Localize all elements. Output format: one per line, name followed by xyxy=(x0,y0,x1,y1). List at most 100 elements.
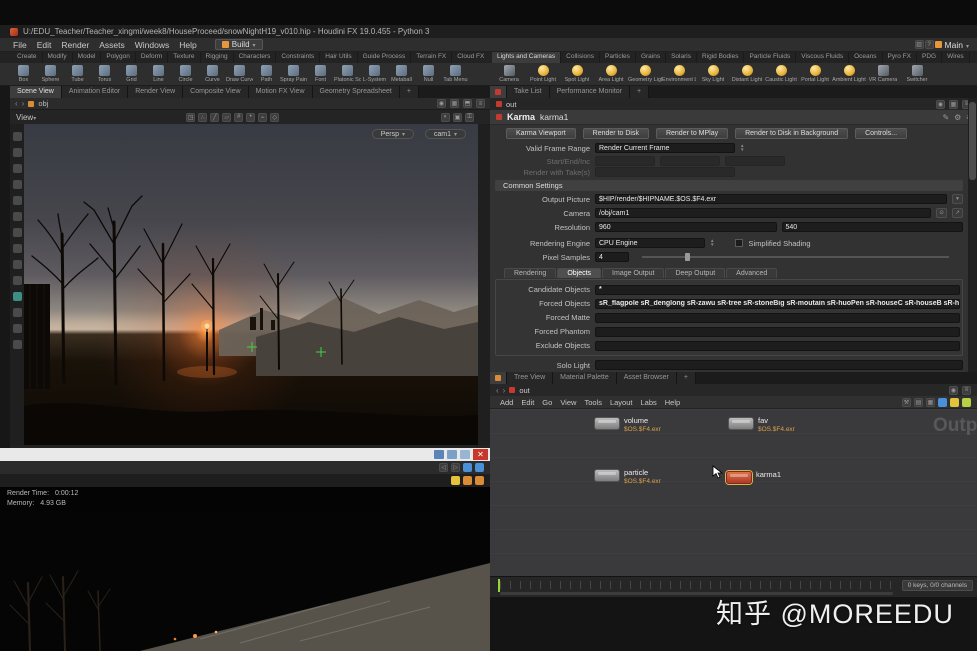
shelf-tool[interactable]: Camera xyxy=(492,64,526,83)
render-button[interactable]: Karma Viewport xyxy=(506,128,576,139)
shelf-tool[interactable]: Grid xyxy=(118,64,145,83)
playhead[interactable] xyxy=(498,579,500,592)
shelf-tab[interactable]: Guide Process xyxy=(358,52,412,63)
section-common-settings[interactable]: Common Settings xyxy=(495,180,963,191)
shelf-tool[interactable]: Geometry Light xyxy=(628,64,662,83)
snap-grid-icon[interactable]: # xyxy=(234,113,243,122)
parameter-tab[interactable]: Rendering xyxy=(504,268,556,278)
menu-item[interactable]: Windows xyxy=(130,40,174,50)
shelf-tab[interactable]: Texture xyxy=(168,52,200,63)
pane-tab[interactable]: Animation Editor xyxy=(62,86,128,98)
rop-node-icon[interactable] xyxy=(726,471,752,484)
network-node[interactable]: particle $OS.$F4.exr xyxy=(594,469,661,485)
back-icon[interactable] xyxy=(496,386,499,395)
pin-icon[interactable]: ◉ xyxy=(936,100,945,109)
shelf-tool[interactable]: Draw Curve xyxy=(226,64,253,83)
menu-item[interactable]: File xyxy=(8,40,32,50)
viewport-tool-icon[interactable] xyxy=(13,340,22,349)
pin-icon[interactable]: ◉ xyxy=(437,99,446,108)
notes-badge-icon[interactable] xyxy=(950,398,959,407)
parameters-pane-tab[interactable] xyxy=(490,86,507,98)
shelf-tool[interactable]: Spray Paint xyxy=(280,64,307,83)
inc-field[interactable] xyxy=(725,156,785,166)
viewport-tool-icon[interactable] xyxy=(13,212,22,221)
pin-icon[interactable]: ◉ xyxy=(949,386,958,395)
shelf-tool[interactable]: Caustic Light xyxy=(764,64,798,83)
display-options-icon[interactable]: ▣ xyxy=(453,113,462,122)
render-button[interactable]: Controls... xyxy=(855,128,907,139)
pane-tab[interactable]: Render View xyxy=(128,86,183,98)
stepper-icon[interactable]: ▲▼ xyxy=(740,144,744,152)
edit-icon[interactable]: ✎ xyxy=(942,113,949,122)
view-menu[interactable]: View xyxy=(16,113,33,122)
layout-icon[interactable]: ▦ xyxy=(450,99,459,108)
parameter-tab[interactable]: Image Output xyxy=(602,268,664,278)
viewport-tool-icon[interactable] xyxy=(13,228,22,237)
previous-image-icon[interactable]: ◁ xyxy=(439,463,448,472)
viewport-tool-icon[interactable] xyxy=(13,308,22,317)
close-button[interactable] xyxy=(473,449,488,460)
node-chooser-icon[interactable]: ⊙ xyxy=(936,208,947,218)
render-takes-field[interactable] xyxy=(595,167,735,177)
viewport-tool-icon[interactable] xyxy=(13,292,22,301)
viewport-tool-icon[interactable] xyxy=(13,132,22,141)
shelf-tab[interactable]: Modify xyxy=(43,52,73,63)
slider-handle[interactable] xyxy=(685,253,690,261)
shading-mode-icon[interactable]: ◐ xyxy=(441,113,450,122)
maximize-icon[interactable]: ⬒ xyxy=(463,99,472,108)
shelf-tool[interactable]: Metaball xyxy=(388,64,415,83)
shelf-tab[interactable]: Rigging xyxy=(201,52,234,63)
shelf-tool[interactable]: Circle xyxy=(172,64,199,83)
parameter-scrollbar[interactable] xyxy=(968,98,977,372)
start-field[interactable] xyxy=(595,156,655,166)
shelf-tool[interactable]: Null xyxy=(415,64,442,83)
shelf-tool[interactable]: Portal Light xyxy=(798,64,832,83)
layout-icon[interactable]: ▦ xyxy=(949,100,958,109)
shelf-tool[interactable]: Font xyxy=(307,64,334,83)
viewport-tool-icon[interactable] xyxy=(13,164,22,173)
frame-ruler[interactable] xyxy=(500,581,893,589)
jump-to-node-icon[interactable]: ↗ xyxy=(952,208,963,218)
gear-icon[interactable]: ⚙ xyxy=(954,113,961,122)
rop-node-icon[interactable] xyxy=(728,417,754,430)
pixel-samples-field[interactable]: 4 xyxy=(595,252,629,262)
menu-icon[interactable]: ≡ xyxy=(962,386,971,395)
shelf-tool[interactable]: Tube xyxy=(64,64,91,83)
viewport-tool-icon[interactable] xyxy=(13,148,22,157)
shelf-tab[interactable]: Polygon xyxy=(101,52,136,63)
network-menu-item[interactable]: Help xyxy=(661,398,684,407)
camera-field[interactable]: /obj/cam1 xyxy=(595,208,931,218)
shelf-tab[interactable]: Lights and Cameras xyxy=(492,52,561,63)
shelf-tab[interactable]: Wires xyxy=(942,52,970,63)
pane-tab[interactable]: Material Palette xyxy=(553,372,617,384)
parameter-tab[interactable]: Deep Output xyxy=(665,268,725,278)
engine-select[interactable]: CPU Engine xyxy=(595,238,705,248)
solo-light-field[interactable] xyxy=(595,360,963,370)
select-objects-icon[interactable]: ◳ xyxy=(186,113,195,122)
parameter-input[interactable]: sR_flagpole sR_denglong sR-zawu sR-tree … xyxy=(595,299,960,309)
shelf-tab[interactable]: Terrain FX xyxy=(411,52,452,63)
wrench-icon[interactable]: ⚒ xyxy=(902,398,911,407)
chevron-down-icon[interactable]: ▾ xyxy=(952,194,963,204)
forward-icon[interactable] xyxy=(22,99,25,108)
add-pane-tab-button[interactable]: + xyxy=(400,86,419,98)
network-menu-item[interactable]: Labs xyxy=(636,398,660,407)
shelf-tool[interactable]: L-System xyxy=(361,64,388,83)
network-node[interactable]: karma1 xyxy=(726,471,781,484)
shelf-tool[interactable]: Box xyxy=(10,64,37,83)
render-button[interactable]: Render to Disk in Background xyxy=(735,128,848,139)
update-mode-icon[interactable] xyxy=(962,398,971,407)
network-canvas[interactable]: Output volume $OS.$F4.exr fav $OS.$F4.ex… xyxy=(490,409,977,576)
select-points-icon[interactable]: ∴ xyxy=(198,113,207,122)
lut-icon[interactable] xyxy=(475,476,484,485)
node-name-field[interactable]: karma1 xyxy=(540,112,568,122)
grid-snap-icon[interactable]: ▦ xyxy=(926,398,935,407)
shelf-tab[interactable]: Pyro FX xyxy=(883,52,917,63)
shelf-tool[interactable]: VR Camera xyxy=(866,64,900,83)
shelf-tab[interactable]: Particle Fluids xyxy=(744,52,796,63)
viewport-tool-icon[interactable] xyxy=(13,276,22,285)
shelf-tool[interactable]: Sky Light xyxy=(696,64,730,83)
rop-node-icon[interactable] xyxy=(594,417,620,430)
parameter-path[interactable]: out xyxy=(506,100,516,109)
stepper-icon[interactable]: ▲▼ xyxy=(710,239,714,247)
